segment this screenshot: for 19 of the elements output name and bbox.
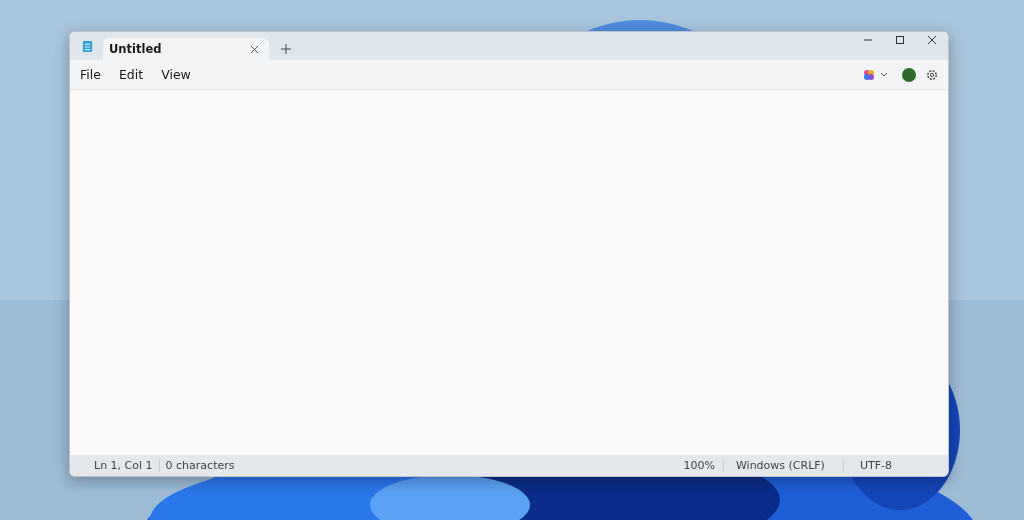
- copilot-icon[interactable]: [863, 68, 875, 81]
- avatar-icon[interactable]: [902, 67, 916, 82]
- cursor-position: Ln 1, Col 1: [93, 459, 154, 472]
- close-icon[interactable]: [927, 35, 937, 45]
- line-ending[interactable]: Windows (CRLF): [729, 459, 844, 472]
- close-icon[interactable]: [250, 44, 259, 54]
- zoom-level[interactable]: 100%: [677, 459, 724, 472]
- maximize-icon[interactable]: [895, 35, 905, 45]
- menu-item[interactable]: View: [161, 67, 191, 82]
- settings-icon[interactable]: [926, 68, 938, 81]
- document-tab[interactable]: Untitled: [103, 38, 269, 60]
- tab-title: Untitled: [109, 42, 162, 56]
- new-tab-icon[interactable]: [281, 44, 291, 54]
- menu-item[interactable]: File: [80, 67, 101, 82]
- encoding[interactable]: UTF-8: [853, 459, 898, 472]
- notepad-icon: [82, 40, 93, 53]
- menu-item[interactable]: Edit: [118, 67, 144, 82]
- character-count: 0 characters: [158, 459, 241, 472]
- chevron-down-icon[interactable]: [880, 72, 888, 77]
